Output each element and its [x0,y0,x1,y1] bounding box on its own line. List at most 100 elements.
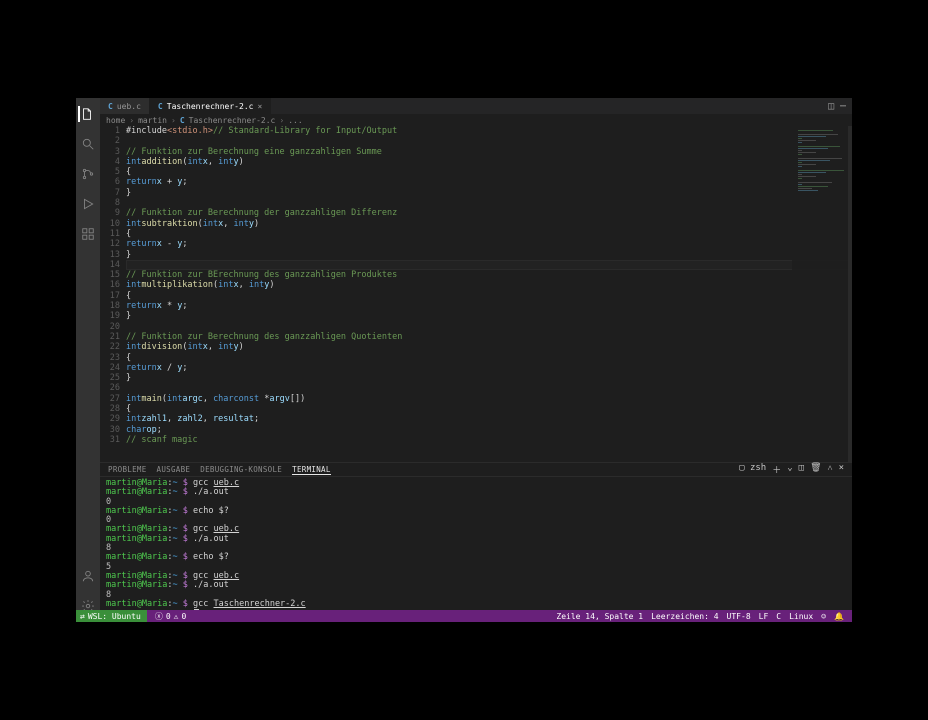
code-line[interactable]: } [126,373,852,383]
terminal-line: martin@Maria:~ $ gcc Taschenrechner-2.c [106,600,846,609]
status-lang[interactable]: C [776,612,781,621]
remote-indicator[interactable]: ⇄ WSL: Ubuntu [76,610,147,622]
code-editor[interactable]: 1234567891011121314151617181920212223242… [100,126,852,462]
tab-taschenrechner[interactable]: C Taschenrechner-2.c × [150,98,271,114]
code-line[interactable]: int subtraktion(int x, int y) [126,219,852,229]
terminal-line: martin@Maria:~ $ echo $? [106,553,846,562]
code-line[interactable]: // Funktion zur Berechnung der ganzzahli… [126,208,852,218]
code-line[interactable] [126,198,852,208]
code-line[interactable]: // Funktion zur Berechnung eine ganzzahl… [126,147,852,157]
panel-tab-terminal[interactable]: TERMINAL [292,465,331,475]
code-line[interactable]: return x + y; [126,177,852,187]
line-number: 2 [100,136,120,146]
tab-label: Taschenrechner-2.c [167,102,254,111]
warning-icon: ⚠ [174,612,179,621]
code-line[interactable]: int zahl1, zahl2, resultat; [126,414,852,424]
line-number: 25 [100,373,120,383]
breadcrumb-seg: Taschenrechner-2.c [189,116,276,125]
vscode-window: C ueb.c C Taschenrechner-2.c × ◫ ⋯ home … [76,98,852,622]
line-number: 22 [100,342,120,352]
split-terminal-icon[interactable]: ◫ [799,463,804,476]
editor-actions: ◫ ⋯ [828,98,852,114]
line-number: 10 [100,219,120,229]
scrollbar[interactable] [848,126,852,462]
line-number: 31 [100,435,120,445]
extensions-icon[interactable] [80,226,96,242]
line-number: 27 [100,394,120,404]
status-eol[interactable]: LF [759,612,769,621]
status-spaces[interactable]: Leerzeichen: 4 [651,612,718,621]
code-line[interactable]: } [126,188,852,198]
line-number: 11 [100,229,120,239]
panel-tab-problems[interactable]: PROBLEME [108,465,147,474]
code-line[interactable]: return x * y; [126,301,852,311]
line-number: 15 [100,270,120,280]
feedback-icon[interactable]: ☺ [821,612,826,621]
line-number: 14 [100,260,120,270]
chevron-right-icon: › [279,116,284,125]
remote-icon: ⇄ [80,612,85,621]
code-line[interactable] [126,260,852,270]
code-line[interactable] [126,322,852,332]
line-number: 23 [100,353,120,363]
code-line[interactable]: return x - y; [126,239,852,249]
source-control-icon[interactable] [80,166,96,182]
code-line[interactable]: int addition(int x, int y) [126,157,852,167]
line-number: 29 [100,414,120,424]
breadcrumb-seg: home [106,116,125,125]
more-icon[interactable]: ⋯ [840,101,846,112]
search-icon[interactable] [80,136,96,152]
status-errors[interactable]: ⓧ0 ⚠0 [155,611,186,622]
line-number: 4 [100,157,120,167]
chevron-up-icon[interactable]: ˄ [828,463,833,476]
code-line[interactable]: { [126,404,852,414]
code-line[interactable]: char op; [126,425,852,435]
account-icon[interactable] [80,568,96,584]
line-number: 3 [100,147,120,157]
terminal[interactable]: martin@Maria:~ $ gcc ueb.cmartin@Maria:~… [100,477,852,622]
code-line[interactable]: } [126,250,852,260]
code-line[interactable] [126,383,852,393]
status-cursor[interactable]: Zeile 14, Spalte 1 [556,612,643,621]
close-icon[interactable]: × [257,102,262,111]
minimap[interactable] [792,126,852,462]
code-line[interactable]: return x / y; [126,363,852,373]
code-line[interactable] [126,136,852,146]
chevron-down-icon[interactable]: ⌄ [787,463,792,476]
code-line[interactable]: { [126,229,852,239]
code-line[interactable]: // Funktion zur BErechnung des ganzzahli… [126,270,852,280]
code-line[interactable]: } [126,311,852,321]
terminal-shell-label[interactable]: ▢ zsh [739,463,766,476]
panel-tab-debug[interactable]: DEBUGGING-KONSOLE [200,465,282,474]
breadcrumb[interactable]: home › martin › C Taschenrechner-2.c › .… [100,114,852,126]
split-editor-icon[interactable]: ◫ [828,101,834,112]
trash-icon[interactable]: 🗑 [810,463,821,476]
debug-icon[interactable] [80,196,96,212]
line-number: 7 [100,188,120,198]
terminal-line: martin@Maria:~ $ echo $? [106,507,846,516]
line-number: 21 [100,332,120,342]
status-os[interactable]: Linux [789,612,813,621]
panel-tabs: PROBLEME AUSGABE DEBUGGING-KONSOLE TERMI… [100,463,852,477]
chevron-right-icon: › [129,116,134,125]
status-encoding[interactable]: UTF-8 [727,612,751,621]
code-line[interactable]: { [126,291,852,301]
code-line[interactable]: { [126,353,852,363]
code-line[interactable]: int main(int argc, char const *argv[]) [126,394,852,404]
c-file-icon: C [108,102,113,111]
code-line[interactable]: { [126,167,852,177]
code-line[interactable]: int multiplikation(int x, int y) [126,280,852,290]
bell-icon[interactable]: 🔔 [834,612,844,621]
explorer-icon[interactable] [78,106,94,122]
code-line[interactable]: int division(int x, int y) [126,342,852,352]
panel-tab-output[interactable]: AUSGABE [157,465,191,474]
line-number: 26 [100,383,120,393]
line-number: 9 [100,208,120,218]
close-icon[interactable]: × [839,463,844,476]
tab-ueb[interactable]: C ueb.c [100,98,150,114]
new-terminal-icon[interactable]: ＋ [772,463,781,476]
code-line[interactable]: // Funktion zur Berechnung des ganzzahli… [126,332,852,342]
code-line[interactable]: // scanf magic [126,435,852,445]
code-line[interactable]: #include <stdio.h> // Standard-Library f… [126,126,852,136]
line-number: 1 [100,126,120,136]
